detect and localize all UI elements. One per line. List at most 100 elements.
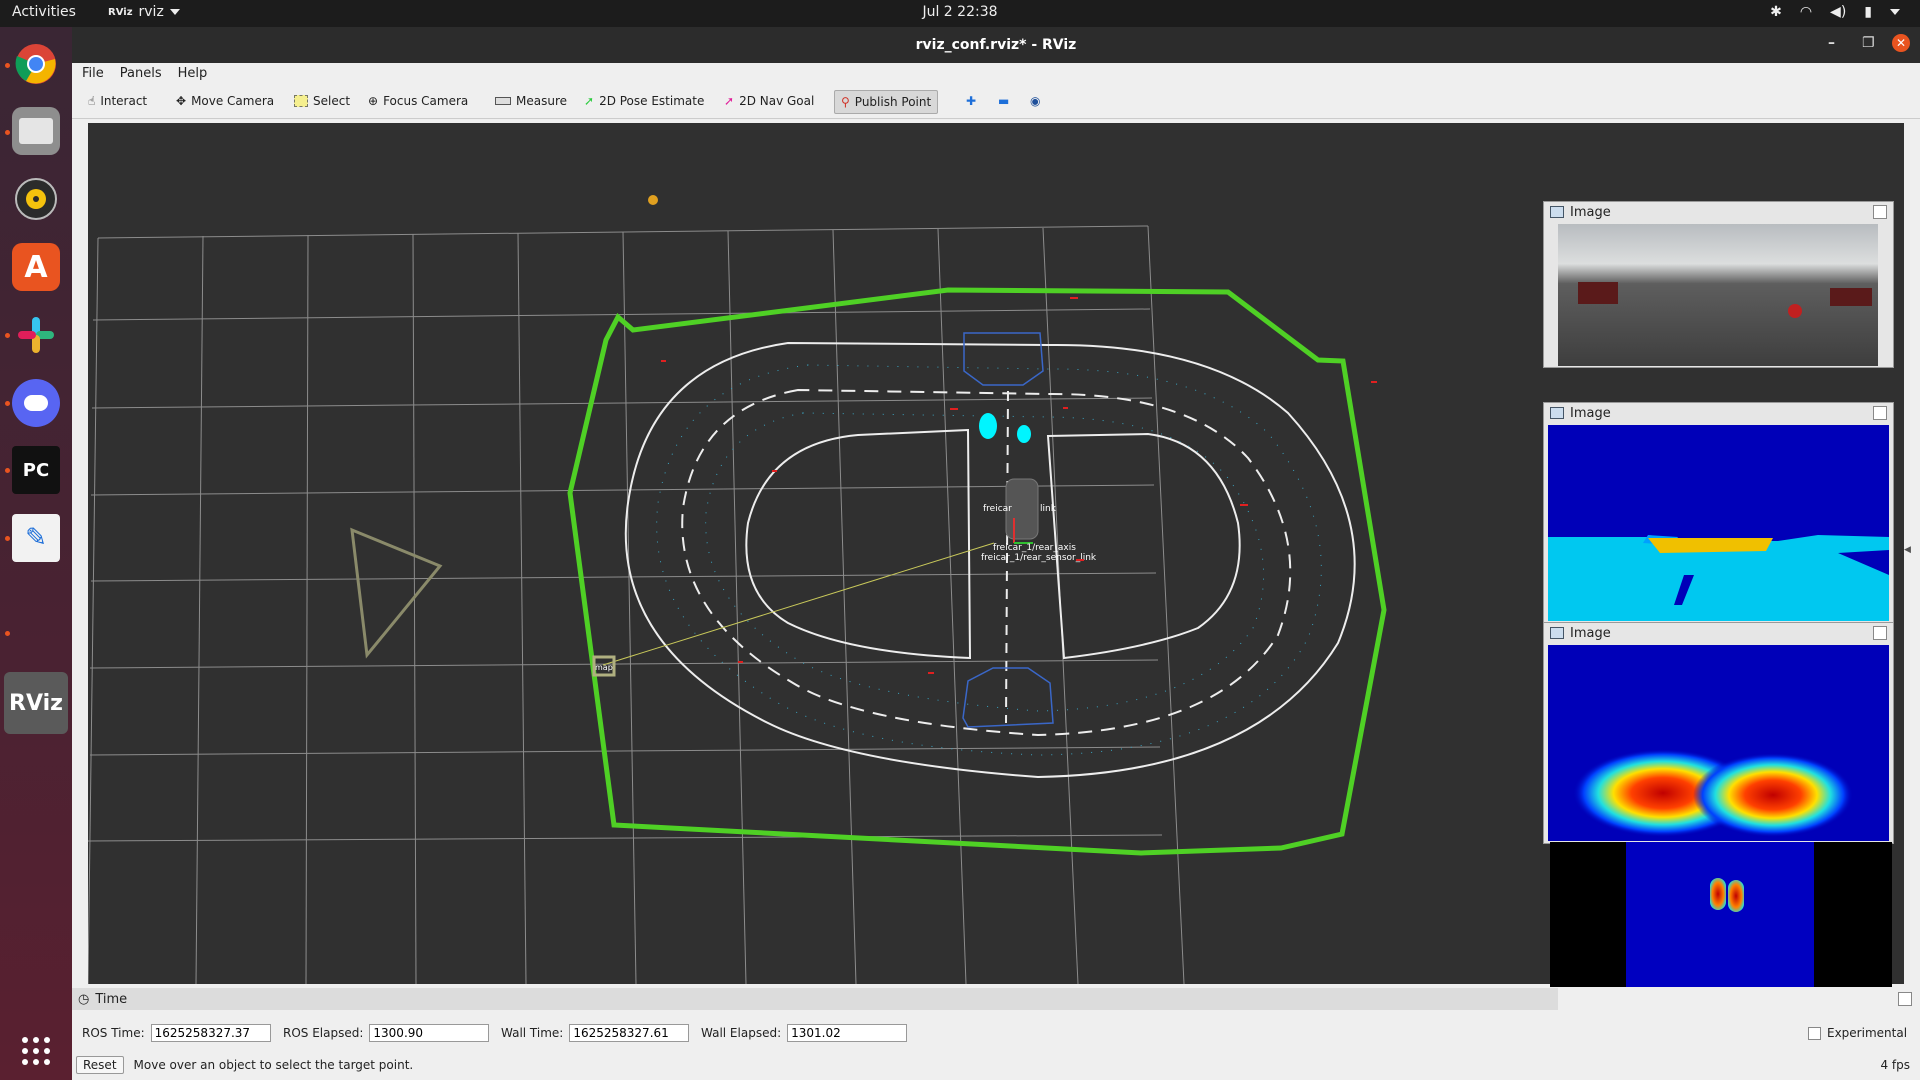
crosswalk-bottom [962, 667, 1054, 728]
focus-camera-tool[interactable]: ⊕ Focus Camera [362, 90, 474, 112]
rviz-window: rviz_conf.rviz* - RViz – ❐ ✕ File Panels… [72, 27, 1920, 1080]
network-icon[interactable]: ✱ [1770, 4, 1782, 20]
menu-help[interactable]: Help [178, 66, 208, 81]
rhythmbox-icon[interactable] [12, 175, 60, 223]
battery-icon[interactable]: ▮ [1864, 4, 1872, 20]
pose-estimate-tool[interactable]: ➚ 2D Pose Estimate [578, 90, 710, 112]
show-applications-icon[interactable] [12, 1027, 60, 1075]
system-top-bar: Activities RViz rviz Jul 2 22:38 ✱ ◠ ◀) … [0, 0, 1920, 27]
time-panel-title: Time [95, 991, 128, 1007]
interact-label: Interact [100, 94, 148, 108]
time-panel-float-checkbox[interactable] [1898, 992, 1912, 1006]
select-box-icon [294, 95, 308, 107]
ros-elapsed-field: ROS Elapsed: [283, 1023, 490, 1043]
experimental-label: Experimental [1827, 1026, 1908, 1040]
remove-tool-button[interactable]: ▬ [992, 90, 1015, 112]
maximize-icon[interactable]: ❐ [1862, 35, 1875, 51]
add-tool-button[interactable]: ✚ [960, 90, 982, 112]
ros-elapsed-input[interactable] [369, 1024, 490, 1042]
wall-time-input[interactable] [569, 1024, 690, 1042]
measure-tool[interactable]: Measure [489, 90, 573, 112]
heatmap-image [1548, 645, 1889, 841]
pink-arrow-icon: ➚ [724, 94, 735, 108]
frame-label: freicar_1/rear_axis [993, 543, 1076, 553]
image-panel-icon [1550, 206, 1564, 218]
time-panel-header: ◷ Time [72, 988, 1558, 1010]
frame-label: link [1040, 504, 1057, 514]
interact-tool[interactable]: ☝ Interact [82, 90, 153, 112]
files-icon[interactable] [12, 107, 60, 155]
track-inner-edge-right [1046, 432, 1241, 660]
ros-time-label: ROS Time: [82, 1026, 145, 1040]
plus-icon: ✚ [966, 94, 977, 108]
fps-counter: 4 fps [1880, 1058, 1910, 1072]
select-tool[interactable]: Select [288, 90, 356, 112]
wall-time-field: Wall Time: [501, 1023, 690, 1043]
app-menu[interactable]: RViz rviz [108, 4, 180, 20]
experimental-checkbox[interactable] [1808, 1026, 1821, 1040]
chevron-down-icon[interactable] [1890, 9, 1900, 15]
wall-elapsed-field: Wall Elapsed: [701, 1023, 908, 1043]
image-panel-icon [1550, 627, 1564, 639]
depth-image-panel [1550, 842, 1892, 987]
chrome-icon[interactable] [12, 40, 60, 88]
float-toggle-checkbox[interactable] [1873, 626, 1887, 640]
menu-panels[interactable]: Panels [120, 66, 162, 81]
measure-label: Measure [516, 94, 567, 108]
publish-point-tool[interactable]: ⚲ Publish Point [834, 90, 939, 114]
chevron-down-icon [169, 9, 180, 15]
focus-icon: ⊕ [368, 94, 379, 108]
running-indicator [5, 401, 10, 406]
menu-file[interactable]: File [82, 66, 104, 81]
wall-elapsed-input[interactable] [787, 1024, 908, 1042]
dock: A PC ✎ RViz [0, 27, 72, 1080]
move-camera-label: Move Camera [191, 94, 275, 108]
ros-time-field: ROS Time: [82, 1023, 271, 1043]
image-panel-heatmap: Image [1543, 622, 1894, 844]
reset-button[interactable]: Reset [76, 1056, 124, 1074]
close-icon[interactable]: ✕ [1892, 34, 1910, 52]
image-panel-title: Image [1570, 204, 1611, 220]
move-camera-tool[interactable]: ✥ Move Camera [170, 90, 280, 112]
float-toggle-checkbox[interactable] [1873, 406, 1887, 420]
frame-label: freicar [983, 504, 1012, 514]
nav-goal-tool[interactable]: ➚ 2D Nav Goal [718, 90, 820, 112]
nav-goal-label: 2D Nav Goal [739, 94, 815, 108]
rviz-icon[interactable]: RViz [4, 672, 68, 734]
pycharm-icon[interactable]: PC [12, 446, 60, 494]
software-center-icon[interactable]: A [12, 243, 60, 291]
map-frame-label: map [595, 663, 613, 672]
window-titlebar[interactable]: rviz_conf.rviz* - RViz – ❐ ✕ [72, 27, 1920, 63]
image-panel-title: Image [1570, 405, 1611, 421]
frame-label: freicar_1/rear_sensor_link [981, 553, 1097, 563]
image-panel-segmentation: Image [1543, 402, 1894, 624]
text-editor-icon[interactable]: ✎ [12, 514, 60, 562]
slack-icon[interactable] [12, 311, 60, 359]
obstacle-1 [979, 413, 997, 439]
system-tray[interactable]: ✱ ◠ ◀) ▮ [1770, 4, 1900, 20]
time-panel: ◷ Time ROS Time: ROS Elapsed: Wall Time:… [72, 988, 1920, 1080]
running-indicator [5, 63, 10, 68]
track-inner-edge-left [745, 428, 972, 660]
right-dock-toggle[interactable]: ◀ [1904, 545, 1911, 555]
wifi-icon[interactable]: ◠ [1800, 4, 1812, 20]
status-message: Move over an object to select the target… [133, 1058, 414, 1072]
tools-toolbar: ☝ Interact ✥ Move Camera Select ⊕ Focus Cam… [72, 84, 1920, 119]
window-title: rviz_conf.rviz* - RViz [915, 37, 1077, 53]
rviz-app-icon: RViz [108, 6, 133, 18]
float-toggle-checkbox[interactable] [1873, 205, 1887, 219]
image-panel-title: Image [1570, 625, 1611, 641]
camera-image [1558, 224, 1878, 366]
ros-time-input[interactable] [150, 1024, 271, 1042]
obstacle-2 [1017, 425, 1031, 443]
minimize-icon[interactable]: – [1828, 35, 1835, 51]
ground-grid [88, 225, 1185, 984]
experimental-field: Experimental [1808, 1023, 1907, 1043]
running-indicator [5, 631, 10, 636]
volume-icon[interactable]: ◀) [1830, 4, 1846, 20]
activities-button[interactable]: Activities [12, 4, 76, 20]
running-indicator [5, 130, 10, 135]
discord-icon[interactable] [12, 379, 60, 427]
clock[interactable]: Jul 2 22:38 [0, 4, 1920, 20]
view-options-button[interactable]: ◉ [1024, 90, 1046, 112]
